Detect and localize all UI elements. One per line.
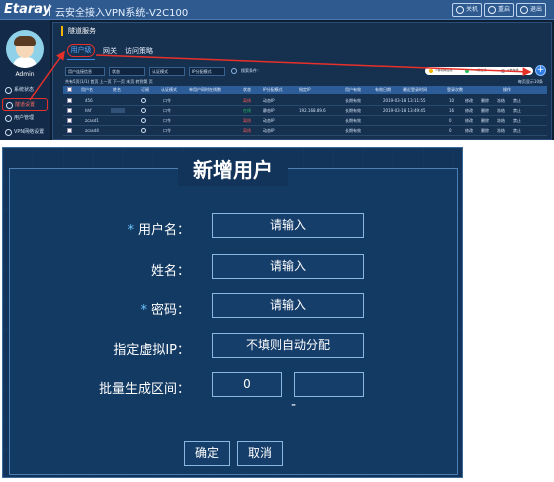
virtual-ip-input[interactable]: 不填则自动分配 [212, 333, 364, 358]
sidebar-item-vpn-network[interactable]: VPN网络设置 [2, 126, 48, 139]
sidebar-item-user-management[interactable]: 用户管理 [2, 112, 48, 125]
confirm-button[interactable]: 确定 [184, 441, 230, 466]
password-label: * 密码： [140, 303, 190, 318]
sync-icon[interactable] [141, 118, 146, 123]
user-icon [5, 115, 12, 122]
table-header: 用户名 姓名 订阅 认证模式 单用户同时在线数 状态 IP分配模式 指定IP 用… [63, 86, 547, 94]
page-size-select[interactable]: 每页显示10条 [518, 79, 543, 85]
tunnel-service-panel: 隧道服务 用户级 网关 访问策略 用户连接信息 状态 认证模式 IP分配模式 搜… [52, 22, 552, 140]
row-checkbox[interactable] [67, 98, 72, 103]
batch-range-label: 批量生成区间： [98, 382, 190, 397]
sync-icon[interactable] [141, 108, 146, 113]
online-legend: =移动端在线 =PC端在线 =未在线 [425, 67, 533, 75]
logout-icon [520, 6, 528, 14]
settings-icon [6, 102, 13, 109]
sidebar-item-system-status[interactable]: 系统状态 [2, 84, 48, 97]
row-checkbox[interactable] [67, 128, 72, 133]
refresh-icon [488, 6, 496, 14]
brand-divider [49, 4, 50, 16]
logout-button[interactable]: 退出 [516, 3, 547, 17]
required-mark: * [127, 223, 134, 238]
vpn-admin-screenshot: Etaray 云安全接入VPN系统-V2C100 关机 重启 退出 Admin … [0, 0, 554, 140]
realname-label: 姓名： [150, 264, 190, 279]
password-input[interactable]: 请输入 [212, 293, 364, 318]
username-input[interactable]: 请输入 [212, 213, 364, 238]
shutdown-button[interactable]: 关机 [452, 3, 483, 17]
offline-dot [501, 69, 505, 73]
restart-button[interactable]: 重启 [484, 3, 515, 17]
required-mark: * [140, 303, 147, 318]
pc-online-dot [465, 69, 469, 73]
search-icon[interactable] [231, 68, 237, 74]
search-label: 搜索条件： [241, 68, 261, 73]
select-all-checkbox[interactable] [67, 87, 72, 92]
virtual-ip-label: 指定虚拟IP： [113, 343, 190, 358]
dialog-title-box: 新增用户 [178, 152, 288, 186]
table-row[interactable]: 456 口令 离线 动态IP 长期有效 2019-03-18 13:11:55 … [63, 96, 547, 106]
tab-user-level[interactable]: 用户级 [67, 44, 95, 57]
info-icon [5, 87, 12, 94]
filter-status[interactable]: 状态 [109, 67, 145, 76]
mobile-online-dot [429, 69, 433, 73]
network-icon [5, 129, 12, 136]
app-title: 云安全接入VPN系统-V2C100 [55, 8, 189, 19]
cancel-button[interactable]: 取消 [237, 441, 283, 466]
avatar [6, 30, 44, 68]
filter-ip-mode[interactable]: IP分配模式 [189, 67, 225, 76]
username-label: * 用户名： [127, 223, 190, 238]
range-separator: - [291, 397, 297, 413]
redacted-name [111, 108, 125, 113]
range-end-input[interactable] [294, 372, 364, 397]
realname-input[interactable]: 请输入 [212, 254, 364, 279]
range-start-input[interactable]: 0 [212, 372, 282, 397]
add-user-button[interactable]: + [535, 65, 546, 76]
tab-access-policy[interactable]: 访问策略 [125, 46, 153, 56]
section-title: 隧道服务 [61, 26, 96, 36]
table-row[interactable]: zcasd4 口令 离线 动态IP 长期有效 0 修改 删除 冻结 禁止 [63, 126, 547, 136]
sync-icon[interactable] [141, 98, 146, 103]
admin-label: Admin [15, 71, 35, 78]
dialog-frame: * 用户名： 请输入 姓名： 请输入 * 密码： 请输入 指定虚拟IP： 不填则自动… [9, 168, 458, 475]
table-row[interactable]: hhf 口令 在线 静态IP 192.168.89.6 长期有效 2019-03… [63, 106, 547, 116]
tab-gateway[interactable]: 网关 [103, 46, 117, 56]
pager-info: 共有5页(1/1) 首页 上一页 下一页 末页 转到第 页 [65, 79, 153, 84]
add-user-dialog: * 用户名： 请输入 姓名： 请输入 * 密码： 请输入 指定虚拟IP： 不填则自动… [2, 147, 463, 478]
sidebar-item-tunnel-settings[interactable]: 隧道设置 [2, 98, 48, 111]
filter-user-info[interactable]: 用户连接信息 [65, 67, 105, 76]
table-row[interactable]: zcasd1 口令 离线 动态IP 长期有效 0 修改 删除 冻结 禁止 [63, 116, 547, 126]
sync-icon[interactable] [141, 128, 146, 133]
top-bar: Etaray 云安全接入VPN系统-V2C100 关机 重启 退出 [0, 0, 554, 20]
row-checkbox[interactable] [67, 118, 72, 123]
brand-logo: Etaray [4, 2, 52, 17]
sidebar: Admin 系统状态 隧道设置 用户管理 VPN网络设置 [0, 20, 50, 140]
tab-underline [67, 59, 95, 60]
dialog-title: 新增用户 [193, 158, 273, 182]
power-icon [456, 6, 464, 14]
row-checkbox[interactable] [67, 108, 72, 113]
filter-auth-mode[interactable]: 认证模式 [149, 67, 185, 76]
